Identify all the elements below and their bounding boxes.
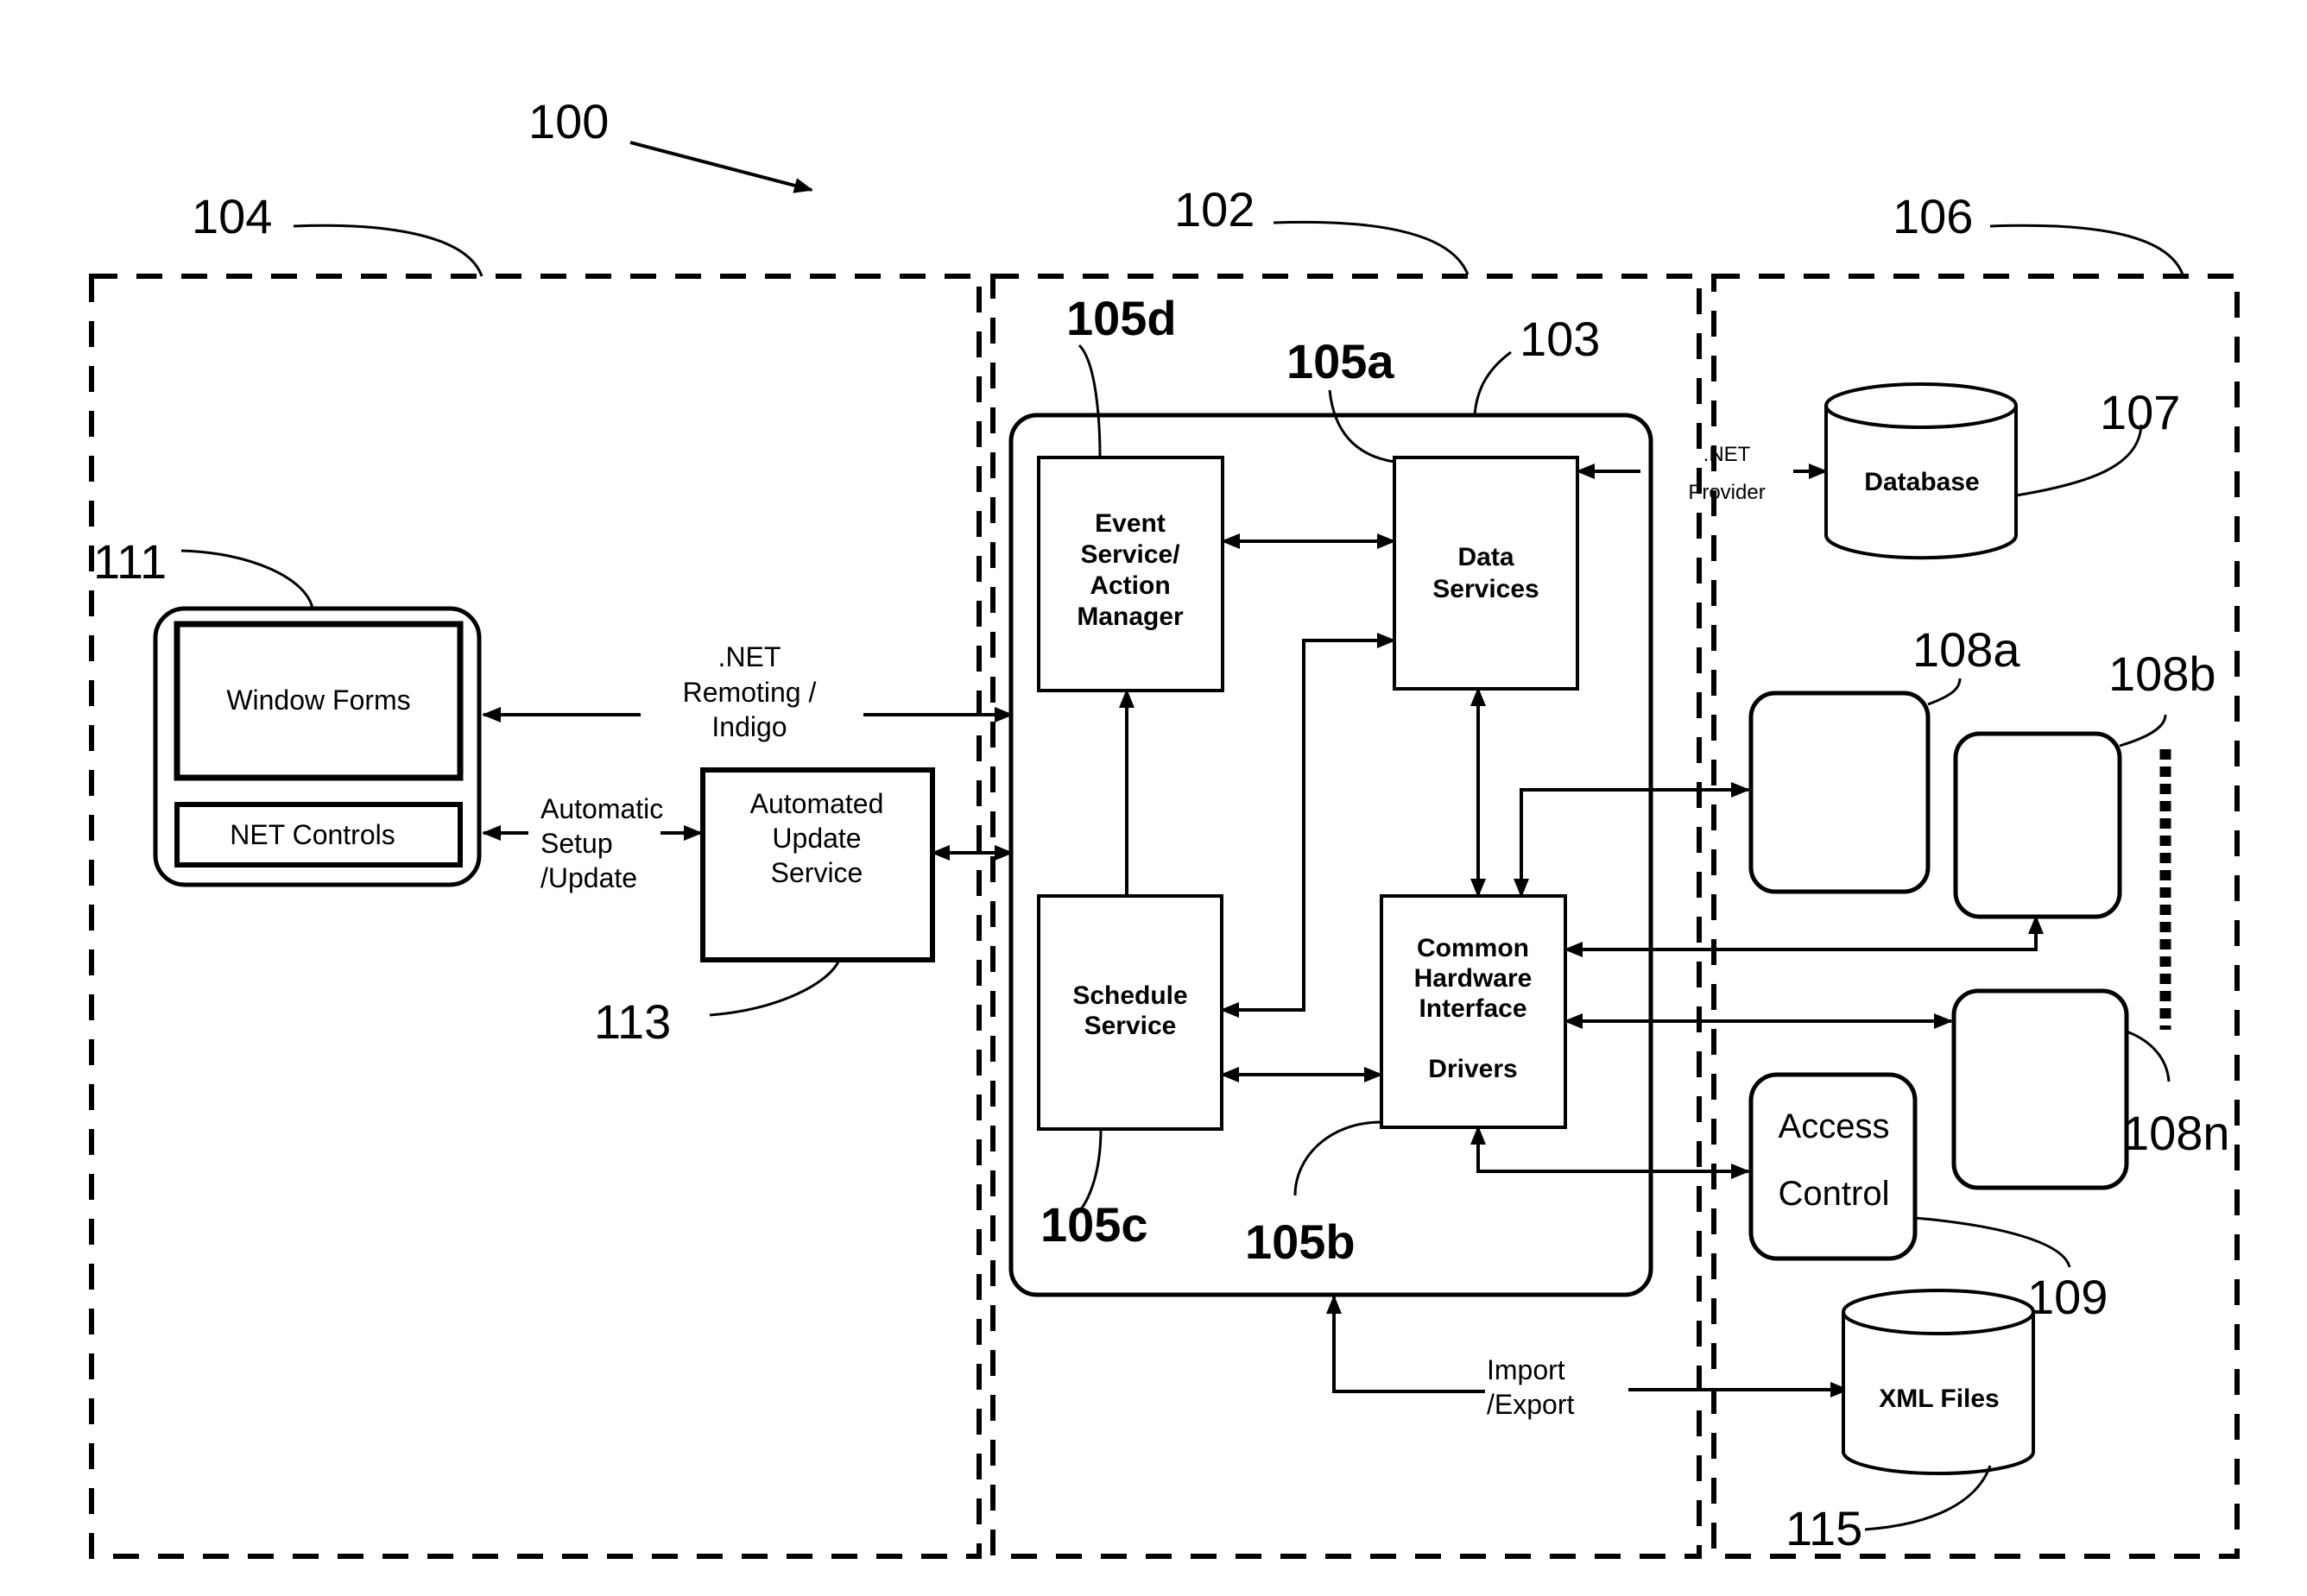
- database-cylinder[interactable]: Database: [1824, 382, 2018, 560]
- schedule-service-line1: Schedule: [1072, 981, 1187, 1010]
- device-108b[interactable]: [1953, 731, 2122, 919]
- data-services-box[interactable]: Data Services: [1393, 456, 1579, 691]
- schedule-service-box[interactable]: Schedule Service: [1037, 894, 1223, 1131]
- update-service-line2: Update: [772, 823, 861, 854]
- xml-files-label: XML Files: [1879, 1385, 1999, 1413]
- ref-109: 109: [2027, 1270, 2108, 1324]
- ref-105b-leader: [1293, 1120, 1382, 1196]
- event-service-line3: Action: [1090, 571, 1170, 600]
- setup-label-line1: Automatic: [540, 793, 663, 824]
- ref-103-leader: [1473, 350, 1512, 416]
- ref-102-leader: [1273, 220, 1470, 275]
- remoting-label-line2: Remoting /: [683, 677, 817, 708]
- ref-100-arrow: [629, 141, 813, 193]
- database-label: Database: [1864, 468, 1979, 496]
- ref-103: 103: [1520, 312, 1600, 366]
- ref-108a-leader: [1927, 678, 1962, 706]
- ref-105c: 105c: [1040, 1197, 1148, 1252]
- event-service-line1: Event: [1095, 509, 1166, 538]
- event-service-line4: Manager: [1077, 602, 1184, 631]
- ref-104-leader: [293, 224, 484, 277]
- ref-115-leader: [1864, 1465, 1992, 1531]
- device-108n[interactable]: [1951, 988, 2129, 1190]
- update-service-line1: Automated: [750, 788, 884, 819]
- ref-108n-leader: [2126, 1030, 2171, 1082]
- ref-105d: 105d: [1066, 291, 1177, 345]
- hardware-interface-line1: Common: [1417, 934, 1529, 962]
- client-application: Window Forms NET Controls 111: [93, 534, 482, 887]
- import-export-line2: /Export: [1487, 1389, 1574, 1420]
- ref-105a: 105a: [1286, 334, 1394, 388]
- update-service-line3: Service: [771, 857, 863, 888]
- ref-108n: 108n: [2122, 1106, 2230, 1160]
- remoting-label-line1: .NET: [718, 641, 781, 672]
- ref-113-leader: [709, 959, 841, 1017]
- provider-label-line1: .NET: [1703, 443, 1751, 466]
- ref-100: 100: [528, 94, 609, 148]
- ref-105a-leader: [1328, 389, 1395, 464]
- event-service-box[interactable]: Event Service/ Action Manager: [1037, 456, 1224, 692]
- event-service-line2: Service/: [1080, 540, 1180, 569]
- ref-105d-leader: [1078, 344, 1102, 458]
- automated-update-service[interactable]: Automated Update Service: [700, 767, 935, 962]
- net-controls-label: NET Controls: [230, 819, 395, 850]
- ref-108b-leader: [2119, 714, 2167, 748]
- ref-106-leader: [1989, 224, 2184, 275]
- hardware-interface-line5: Drivers: [1428, 1055, 1517, 1083]
- ref-106: 106: [1893, 189, 1973, 243]
- access-control-line1: Access: [1779, 1107, 1890, 1145]
- ref-111: 111: [93, 534, 167, 589]
- data-services-line2: Services: [1432, 575, 1539, 603]
- hw-to-access-link: [1470, 1126, 1750, 1179]
- import-link: [1326, 1295, 1485, 1393]
- hardware-interface-box[interactable]: Common Hardware Interface Drivers: [1380, 894, 1567, 1129]
- ref-113: 113: [594, 994, 671, 1049]
- access-control-box[interactable]: Access Control: [1748, 1072, 1918, 1261]
- ref-102: 102: [1174, 182, 1255, 237]
- schedule-service-line2: Service: [1084, 1012, 1177, 1040]
- ref-108b: 108b: [2108, 647, 2216, 701]
- system-architecture-diagram: 100 104 102 106 Window Forms NET Control…: [89, 94, 2240, 1559]
- hardware-interface-line3: Interface: [1419, 994, 1526, 1023]
- device-108a[interactable]: [1748, 691, 1931, 894]
- hardware-interface-line2: Hardware: [1414, 964, 1533, 993]
- window-forms-label: Window Forms: [226, 684, 410, 716]
- import-export-line1: Import: [1487, 1354, 1565, 1385]
- ref-109-leader: [1914, 1216, 2071, 1268]
- ref-115: 115: [1786, 1501, 1862, 1555]
- ref-105b: 105b: [1245, 1214, 1356, 1269]
- provider-label-line2: Provider: [1688, 481, 1765, 504]
- data-services-line1: Data: [1457, 543, 1514, 571]
- ref-104: 104: [192, 189, 272, 243]
- remoting-label-line3: Indigo: [711, 711, 787, 742]
- access-control-line2: Control: [1779, 1175, 1890, 1213]
- ref-108a: 108a: [1912, 622, 2020, 677]
- xml-files-cylinder[interactable]: XML Files: [1842, 1289, 2035, 1475]
- hw-to-108b-link: [1564, 915, 2044, 957]
- ref-111-leader: [180, 549, 314, 609]
- schedule-data-link: [1220, 633, 1396, 1018]
- setup-label-line2: Setup: [540, 828, 613, 859]
- setup-label-line3: /Update: [540, 862, 637, 893]
